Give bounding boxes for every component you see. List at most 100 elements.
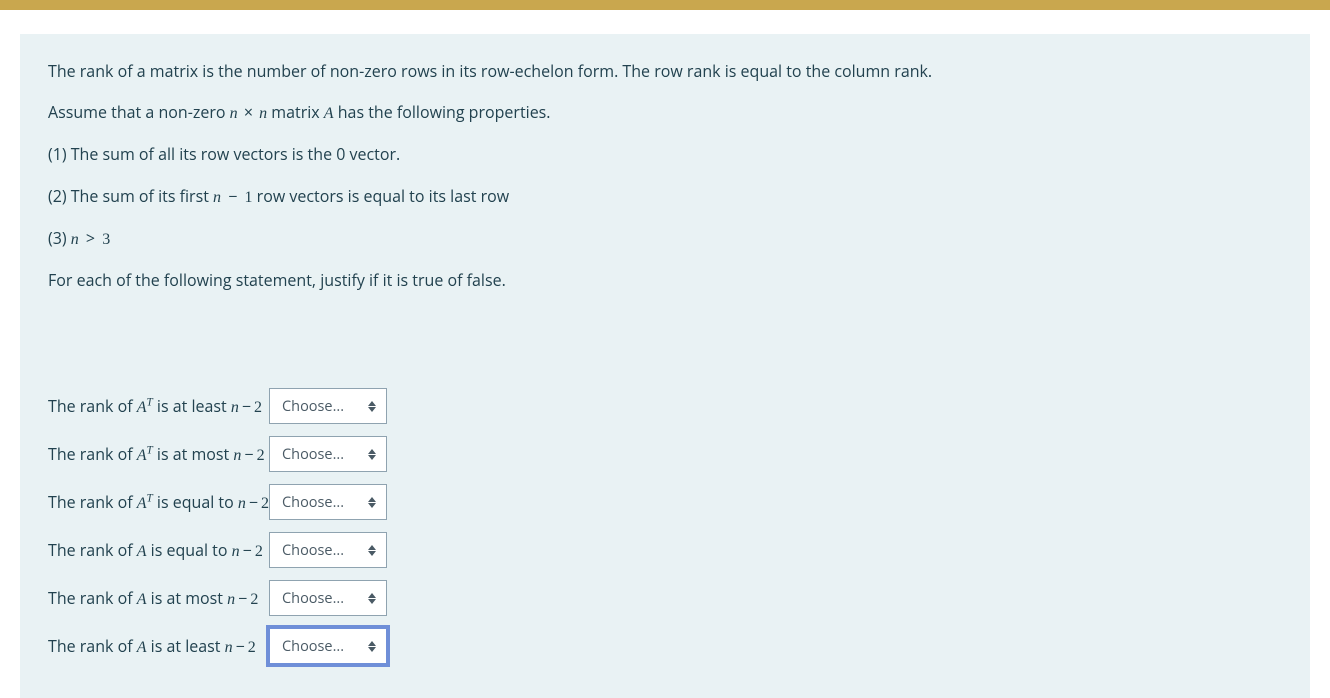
triangle-up-icon bbox=[368, 449, 376, 454]
updown-sort-icon bbox=[368, 401, 376, 412]
math-two: 2 bbox=[250, 591, 258, 608]
math-minus: − bbox=[239, 395, 254, 417]
math-A: A bbox=[137, 591, 147, 608]
math-minus: − bbox=[246, 491, 261, 513]
accent-top-bar bbox=[0, 0, 1330, 10]
statement-select-cell: Choose... bbox=[269, 430, 387, 478]
statement-row: The rank of AT is at most n−2 Choose... bbox=[48, 430, 387, 478]
statement-mid: is at most bbox=[153, 443, 234, 465]
statement-label: The rank of AT is at least n−2 bbox=[48, 382, 269, 430]
statement-select-cell: Choose... bbox=[269, 382, 387, 430]
property-3: (3) n > 3 bbox=[48, 227, 1282, 251]
statement-label: The rank of AT is at most n−2 bbox=[48, 430, 269, 478]
statement-mid: is equal to bbox=[147, 539, 232, 561]
math-n: n bbox=[259, 105, 267, 122]
updown-sort-icon bbox=[368, 641, 376, 652]
math-A: A bbox=[137, 399, 147, 416]
statement-row: The rank of AT is at least n−2 Choose... bbox=[48, 382, 387, 430]
answer-dropdown[interactable]: Choose... bbox=[269, 580, 387, 616]
answer-dropdown[interactable]: Choose... bbox=[269, 436, 387, 472]
math-A: A bbox=[324, 105, 334, 122]
statement-row: The rank of A is at least n−2 Choose... bbox=[48, 622, 387, 670]
math-A: A bbox=[137, 543, 147, 560]
triangle-up-icon bbox=[368, 497, 376, 502]
instruction-line: For each of the following statement, jus… bbox=[48, 269, 1282, 292]
math-n: n bbox=[230, 105, 238, 122]
answer-dropdown[interactable]: Choose... bbox=[269, 532, 387, 568]
math-three: 3 bbox=[102, 231, 110, 248]
math-n: n bbox=[227, 591, 235, 608]
property-2-pre: (2) The sum of its first bbox=[48, 185, 213, 207]
math-n: n bbox=[231, 399, 239, 416]
property-2-post: row vectors is equal to its last row bbox=[257, 185, 509, 207]
math-one: 1 bbox=[245, 189, 253, 206]
triangle-down-icon bbox=[368, 503, 376, 508]
statement-label: The rank of A is at most n−2 bbox=[48, 574, 269, 622]
statement-pre: The rank of bbox=[48, 395, 137, 417]
math-two: 2 bbox=[248, 639, 256, 656]
statement-label: The rank of A is at least n−2 bbox=[48, 622, 269, 670]
statement-pre: The rank of bbox=[48, 491, 137, 513]
triangle-up-icon bbox=[368, 593, 376, 598]
question-panel: The rank of a matrix is the number of no… bbox=[20, 34, 1310, 698]
intro-line-2-post: has the following properties. bbox=[338, 101, 551, 123]
dropdown-placeholder: Choose... bbox=[282, 397, 344, 416]
triangle-down-icon bbox=[368, 455, 376, 460]
dropdown-placeholder: Choose... bbox=[282, 445, 344, 464]
statement-grid: The rank of AT is at least n−2Choose...T… bbox=[48, 382, 1282, 670]
question-intro: The rank of a matrix is the number of no… bbox=[48, 60, 1282, 292]
answer-dropdown[interactable]: Choose... bbox=[269, 628, 387, 664]
statement-label: The rank of A is equal to n−2 bbox=[48, 526, 269, 574]
statement-pre: The rank of bbox=[48, 539, 137, 561]
updown-sort-icon bbox=[368, 497, 376, 508]
math-minus: − bbox=[235, 587, 250, 609]
intro-line-2-pre: Assume that a non-zero bbox=[48, 101, 230, 123]
property-2: (2) The sum of its first n − 1 row vecto… bbox=[48, 185, 1282, 209]
intro-line-1: The rank of a matrix is the number of no… bbox=[48, 60, 1282, 83]
statement-select-cell: Choose... bbox=[269, 574, 387, 622]
triangle-down-icon bbox=[368, 647, 376, 652]
dropdown-placeholder: Choose... bbox=[282, 541, 344, 560]
statement-row: The rank of AT is equal to n−2Choose... bbox=[48, 478, 387, 526]
triangle-down-icon bbox=[368, 551, 376, 556]
math-two: 2 bbox=[254, 399, 262, 416]
math-gt: > bbox=[83, 227, 98, 249]
statement-table: The rank of AT is at least n−2Choose...T… bbox=[48, 382, 387, 670]
math-n: n bbox=[213, 189, 221, 206]
statement-pre: The rank of bbox=[48, 587, 137, 609]
math-two: 2 bbox=[261, 495, 269, 512]
updown-sort-icon bbox=[368, 593, 376, 604]
math-n: n bbox=[225, 639, 233, 656]
statement-select-cell: Choose... bbox=[269, 622, 387, 670]
math-A: A bbox=[137, 639, 147, 656]
math-A: A bbox=[137, 495, 147, 512]
statement-label: The rank of AT is equal to n−2 bbox=[48, 478, 269, 526]
triangle-up-icon bbox=[368, 545, 376, 550]
statement-mid: is equal to bbox=[153, 491, 238, 513]
math-minus: − bbox=[240, 539, 255, 561]
answer-dropdown[interactable]: Choose... bbox=[269, 388, 387, 424]
dropdown-placeholder: Choose... bbox=[282, 589, 344, 608]
updown-sort-icon bbox=[368, 449, 376, 460]
statement-mid: is at least bbox=[147, 635, 225, 657]
intro-line-2: Assume that a non-zero n × n matrix A ha… bbox=[48, 101, 1282, 125]
updown-sort-icon bbox=[368, 545, 376, 556]
math-minus: − bbox=[241, 443, 256, 465]
statement-mid: is at most bbox=[147, 587, 228, 609]
dropdown-placeholder: Choose... bbox=[282, 637, 344, 656]
statement-row: The rank of A is at most n−2 Choose... bbox=[48, 574, 387, 622]
math-n: n bbox=[232, 543, 240, 560]
math-n: n bbox=[238, 495, 246, 512]
triangle-up-icon bbox=[368, 401, 376, 406]
answer-dropdown[interactable]: Choose... bbox=[269, 484, 387, 520]
statement-pre: The rank of bbox=[48, 443, 137, 465]
triangle-down-icon bbox=[368, 599, 376, 604]
math-minus: − bbox=[225, 185, 240, 207]
statement-pre: The rank of bbox=[48, 635, 137, 657]
math-two: 2 bbox=[257, 447, 265, 464]
math-times: × bbox=[242, 101, 255, 123]
statement-row: The rank of A is equal to n−2 Choose... bbox=[48, 526, 387, 574]
property-1: (1) The sum of all its row vectors is th… bbox=[48, 143, 1282, 166]
math-minus: − bbox=[233, 635, 248, 657]
math-n: n bbox=[71, 231, 79, 248]
